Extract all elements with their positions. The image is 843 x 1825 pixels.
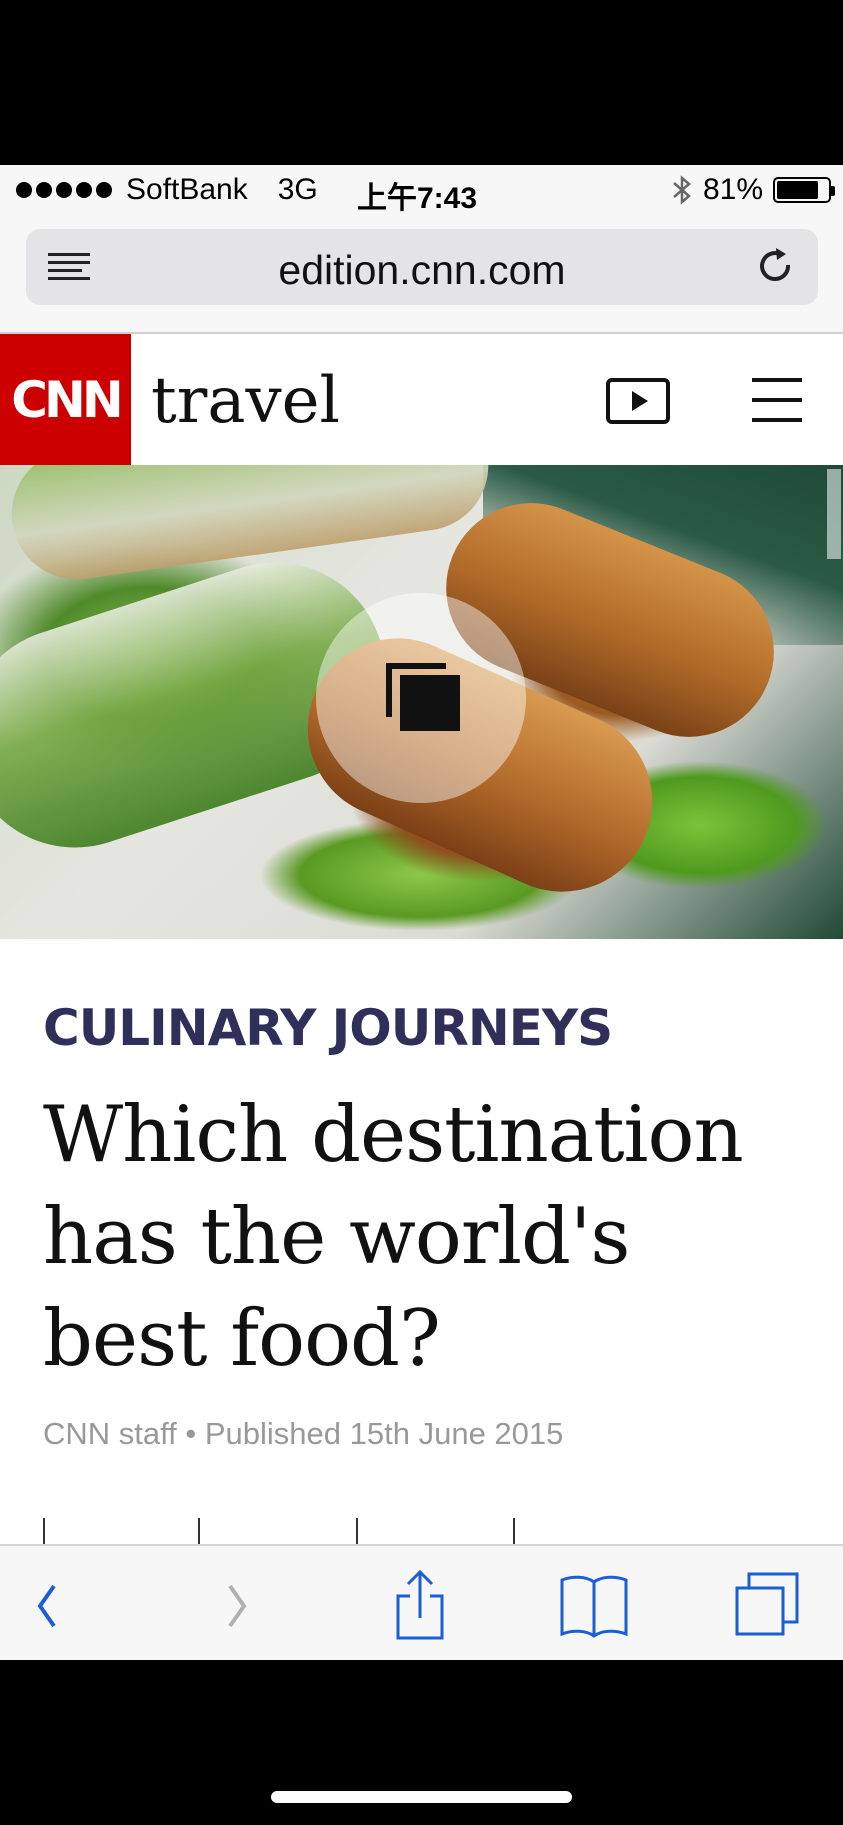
- carrier-name: SoftBank: [126, 173, 248, 206]
- site-header: CNN travel: [0, 334, 843, 465]
- address-bar[interactable]: edition.cnn.com: [26, 229, 818, 305]
- share-icon[interactable]: [380, 1568, 460, 1644]
- battery-percent: 81%: [702, 173, 763, 206]
- section-title[interactable]: travel: [151, 364, 340, 438]
- status-time: 上午7:43: [357, 182, 478, 215]
- photo-credit: [827, 469, 841, 559]
- forward-icon[interactable]: [200, 1568, 280, 1644]
- video-play-icon[interactable]: [606, 378, 670, 424]
- gallery-icon: [386, 663, 460, 731]
- web-page: CNN travel CULINARY JOURNEYS Which desti…: [0, 334, 843, 1544]
- article-byline: CNN staff • Published 15th June 2015: [43, 1416, 564, 1451]
- battery-icon: [773, 177, 835, 203]
- cnn-logo[interactable]: CNN: [0, 334, 131, 465]
- network-type: 3G: [277, 173, 318, 206]
- article-headline: Which destination has the world's best f…: [43, 1090, 744, 1384]
- hero-image[interactable]: [0, 465, 843, 939]
- home-indicator[interactable]: [271, 1791, 572, 1803]
- gallery-button[interactable]: [316, 593, 526, 803]
- browser-address-area: edition.cnn.com: [0, 217, 843, 334]
- browser-toolbar: [0, 1544, 843, 1660]
- article-kicker[interactable]: CULINARY JOURNEYS: [43, 999, 613, 1057]
- share-bar: [43, 1518, 843, 1544]
- status-bar: SoftBank 3G 上午7:43 81%: [0, 165, 843, 217]
- tabs-icon[interactable]: [727, 1568, 807, 1644]
- signal-strength-icon: [16, 182, 112, 198]
- bookmarks-icon[interactable]: [554, 1568, 634, 1644]
- url-text[interactable]: edition.cnn.com: [26, 247, 818, 294]
- hamburger-menu-icon[interactable]: [752, 378, 802, 422]
- back-icon[interactable]: [18, 1568, 98, 1644]
- bluetooth-icon: [673, 175, 691, 205]
- top-black-bar: [0, 0, 843, 165]
- reload-icon[interactable]: [754, 245, 798, 289]
